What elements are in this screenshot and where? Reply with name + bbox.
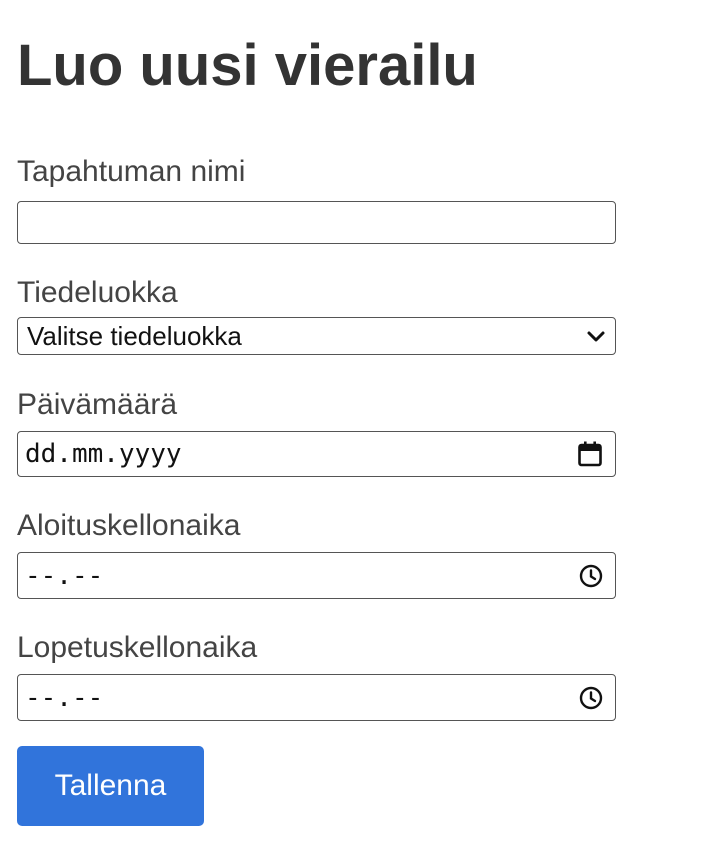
clock-icon[interactable] <box>579 686 603 710</box>
date-value: dd.mm.yyyy <box>25 439 182 469</box>
start-time-value: --.-- <box>25 560 104 591</box>
event-name-input[interactable] <box>17 201 616 244</box>
category-selected-value: Valitse tiedeluokka <box>27 320 242 351</box>
clock-icon[interactable] <box>579 564 603 588</box>
calendar-icon[interactable] <box>577 441 603 468</box>
date-label: Päivämäärä <box>17 388 178 421</box>
chevron-down-icon <box>587 331 605 342</box>
category-select[interactable]: Valitse tiedeluokka <box>17 317 616 355</box>
page-title: Luo uusi vierailu <box>17 33 478 98</box>
start-time-label: Aloituskellonaika <box>17 509 241 542</box>
end-time-label: Lopetuskellonaika <box>17 631 258 664</box>
end-time-value: --.-- <box>25 682 104 713</box>
event-name-label: Tapahtuman nimi <box>17 155 246 188</box>
save-button[interactable]: Tallenna <box>17 746 204 826</box>
start-time-input[interactable]: --.-- <box>17 552 616 599</box>
category-label: Tiedeluokka <box>17 276 178 309</box>
end-time-input[interactable]: --.-- <box>17 674 616 721</box>
date-input[interactable]: dd.mm.yyyy <box>17 431 616 477</box>
